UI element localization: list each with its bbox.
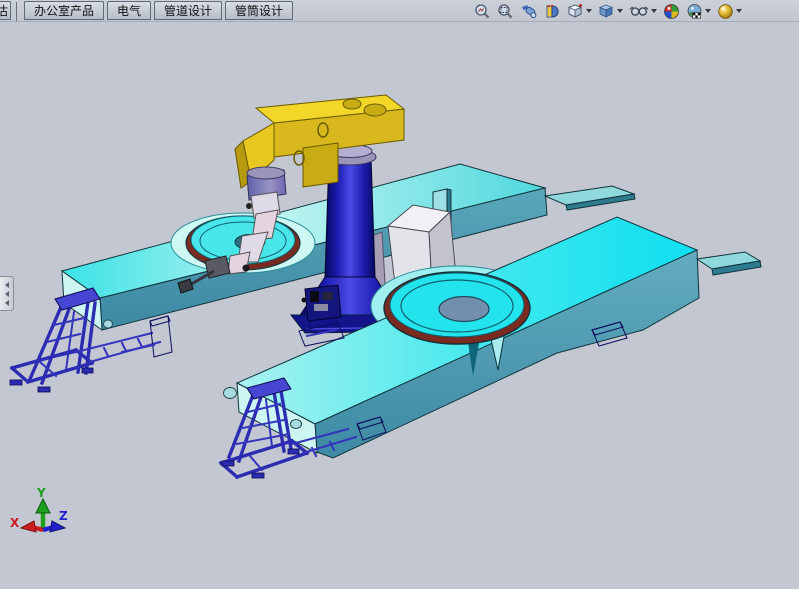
front-turntable-ring[interactable] — [384, 272, 530, 344]
command-manager-toolbar: 估 办公室产品 电气 管道设计 管筒设计 — [0, 0, 799, 22]
zoom-to-area-icon — [497, 3, 514, 20]
view-settings-button[interactable] — [716, 2, 743, 20]
x-axis-label: X — [10, 516, 20, 530]
panel-collapse-button[interactable] — [0, 276, 14, 311]
view-settings-icon — [717, 3, 734, 20]
zoom-to-fit-button[interactable] — [473, 2, 492, 20]
apply-scene-icon — [686, 3, 703, 20]
tab-office-products[interactable]: 办公室产品 — [24, 1, 104, 20]
hide-show-items-icon — [629, 3, 649, 20]
collapse-arrow-icon — [5, 300, 9, 306]
zoom-to-fit-icon — [474, 3, 491, 20]
heads-up-view-toolbar — [473, 2, 799, 20]
tab-evaluate-partial[interactable]: 估 — [0, 1, 11, 20]
z-axis-label: Z — [59, 509, 68, 523]
dropdown-caret[interactable] — [705, 9, 711, 13]
apply-scene-button[interactable] — [685, 2, 712, 20]
hide-show-items-button[interactable] — [628, 2, 658, 20]
collapse-arrow-icon — [5, 282, 9, 288]
section-view-button[interactable] — [543, 2, 562, 20]
previous-view-button[interactable] — [519, 2, 539, 20]
edit-appearance-icon — [663, 3, 680, 20]
tab-piping-design[interactable]: 管道设计 — [154, 1, 222, 20]
tab-separator — [16, 2, 17, 21]
orientation-triad: Y X Z — [10, 486, 68, 532]
dropdown-caret[interactable] — [617, 9, 623, 13]
view-orientation-button[interactable] — [566, 2, 593, 20]
tab-tubing-design[interactable]: 管筒设计 — [225, 1, 293, 20]
previous-view-icon — [520, 3, 538, 20]
zoom-to-area-button[interactable] — [496, 2, 515, 20]
view-orientation-icon — [567, 3, 584, 20]
collapse-arrow-icon — [5, 291, 9, 297]
display-style-icon — [598, 3, 615, 20]
display-style-button[interactable] — [597, 2, 624, 20]
command-tabs: 估 办公室产品 电气 管道设计 管筒设计 — [0, 1, 296, 20]
y-axis-label: Y — [36, 486, 46, 500]
section-view-icon — [544, 3, 561, 20]
dropdown-caret[interactable] — [651, 9, 657, 13]
dropdown-caret[interactable] — [736, 9, 742, 13]
edit-appearance-button[interactable] — [662, 2, 681, 20]
graphics-viewport[interactable]: Y X Z — [0, 0, 799, 589]
dropdown-caret[interactable] — [586, 9, 592, 13]
tab-electrical[interactable]: 电气 — [107, 1, 151, 20]
